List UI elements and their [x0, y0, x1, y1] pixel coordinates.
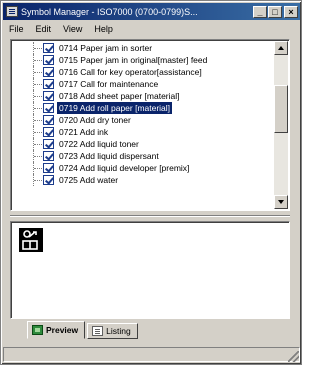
preview-panel: [10, 221, 290, 319]
view-tabs: Preview Listing: [27, 321, 138, 341]
checkbox-checked-icon[interactable]: [43, 139, 54, 149]
symbol-list-item[interactable]: 0716 Call for key operator[assistance]: [13, 66, 275, 78]
pane-splitter[interactable]: [10, 215, 290, 217]
resize-grip-icon[interactable]: [288, 351, 299, 362]
checkbox-checked-icon[interactable]: [43, 79, 54, 89]
checkbox-checked-icon[interactable]: [43, 91, 54, 101]
symbol-list-item[interactable]: 0719 Add roll paper [material]: [13, 102, 275, 114]
tab-preview[interactable]: Preview: [27, 321, 86, 339]
symbol-label: 0723 Add liquid dispersant: [59, 151, 159, 161]
scroll-thumb[interactable]: [274, 85, 288, 133]
scroll-up-button[interactable]: [274, 41, 288, 55]
symbol-label: 0720 Add dry toner: [59, 115, 131, 125]
symbol-list-item[interactable]: 0714 Paper jam in sorter: [13, 42, 275, 54]
checkbox-checked-icon[interactable]: [43, 67, 54, 77]
checkbox-checked-icon[interactable]: [43, 127, 54, 137]
arrow-down-icon: [278, 200, 284, 204]
menu-help[interactable]: Help: [88, 24, 119, 34]
symbol-label: 0724 Add liquid developer [premix]: [59, 163, 190, 173]
status-pane: [3, 347, 300, 362]
symbol-label: 0717 Call for maintenance: [59, 79, 159, 89]
symbol-list[interactable]: 0714 Paper jam in sorter 0715 Paper jam i…: [10, 39, 290, 211]
tab-listing[interactable]: Listing: [87, 323, 138, 339]
status-bar: [3, 347, 300, 363]
symbol-list-item[interactable]: 0718 Add sheet paper [material]: [13, 90, 275, 102]
symbol-list-item[interactable]: 0717 Call for maintenance: [13, 78, 275, 90]
symbol-list-item[interactable]: 0722 Add liquid toner: [13, 138, 275, 150]
symbol-list-item[interactable]: 0720 Add dry toner: [13, 114, 275, 126]
symbol-label: 0715 Paper jam in original[master] feed: [59, 55, 208, 65]
checkbox-checked-icon[interactable]: [43, 163, 54, 173]
menu-label: File: [9, 23, 24, 34]
menu-label: Help: [94, 23, 113, 34]
maximize-button[interactable]: □: [268, 5, 282, 18]
window-title: Symbol Manager - ISO7000 (0700-0799)S...: [21, 6, 198, 17]
preview-icon: [32, 325, 43, 335]
symbol-list-item[interactable]: 0723 Add liquid dispersant: [13, 150, 275, 162]
menu-label: Edit: [35, 23, 52, 34]
window-controls: _ □ ×: [253, 5, 298, 18]
symbol-label: 0722 Add liquid toner: [59, 139, 139, 149]
checkbox-checked-icon[interactable]: [43, 55, 54, 65]
symbol-list-rows: 0714 Paper jam in sorter 0715 Paper jam i…: [13, 42, 275, 186]
menu-file[interactable]: File: [3, 24, 30, 34]
symbol-list-item[interactable]: 0721 Add ink: [13, 126, 275, 138]
menu-view[interactable]: View: [57, 24, 88, 34]
symbol-label: 0721 Add ink: [59, 127, 109, 137]
checkbox-checked-icon[interactable]: [43, 151, 54, 161]
checkbox-checked-icon[interactable]: [43, 175, 54, 185]
symbol-label: 0725 Add water: [59, 175, 119, 185]
checkbox-checked-icon[interactable]: [43, 115, 54, 125]
symbol-manager-window: Symbol Manager - ISO7000 (0700-0799)S...…: [0, 0, 302, 365]
symbol-preview-image: [19, 228, 43, 252]
app-icon[interactable]: [6, 6, 18, 17]
title-bar[interactable]: Symbol Manager - ISO7000 (0700-0799)S...…: [3, 3, 300, 20]
symbol-list-item[interactable]: 0725 Add water: [13, 174, 275, 186]
listing-icon: [92, 326, 104, 336]
symbol-label: 0719 Add roll paper [material]: [57, 102, 173, 114]
tab-label: Listing: [106, 326, 131, 336]
checkbox-checked-icon[interactable]: [43, 43, 54, 53]
symbol-label: 0718 Add sheet paper [material]: [59, 91, 180, 101]
menu-bar: File Edit View Help: [3, 21, 119, 36]
checkbox-checked-icon[interactable]: [43, 103, 54, 113]
close-button[interactable]: ×: [284, 5, 298, 18]
menu-label: View: [63, 23, 83, 34]
menu-edit[interactable]: Edit: [30, 24, 58, 34]
arrow-up-icon: [278, 46, 284, 50]
symbol-label: 0716 Call for key operator[assistance]: [59, 67, 202, 77]
symbol-list-item[interactable]: 0724 Add liquid developer [premix]: [13, 162, 275, 174]
tab-label: Preview: [46, 325, 79, 335]
symbol-list-item[interactable]: 0715 Paper jam in original[master] feed: [13, 54, 275, 66]
minimize-button[interactable]: _: [253, 5, 267, 18]
symbol-label: 0714 Paper jam in sorter: [59, 43, 153, 53]
vertical-scrollbar[interactable]: [274, 41, 288, 209]
scroll-down-button[interactable]: [274, 195, 288, 209]
